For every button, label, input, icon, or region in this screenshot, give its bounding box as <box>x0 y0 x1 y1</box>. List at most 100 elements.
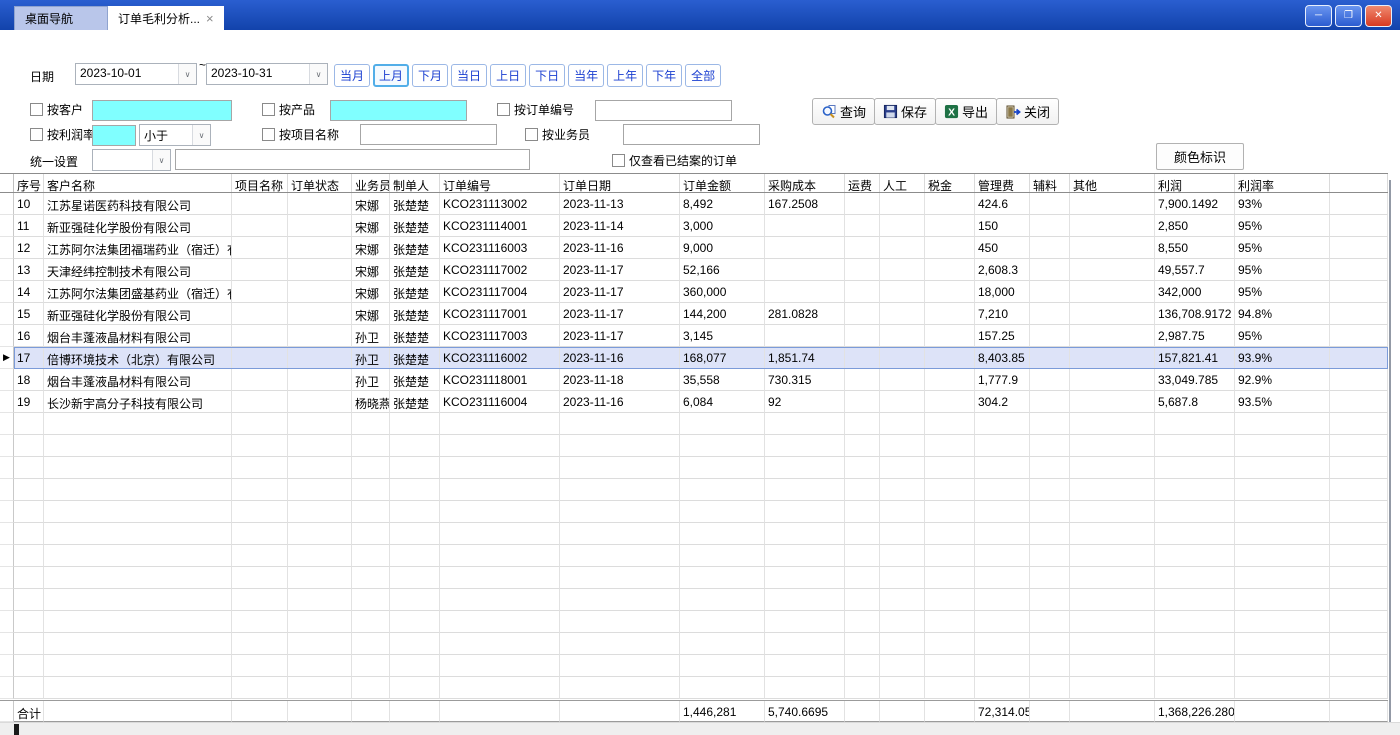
row-indicator <box>0 633 14 655</box>
order-no-input[interactable] <box>595 100 732 121</box>
column-header-15[interactable]: 其他 <box>1070 174 1155 192</box>
cell <box>1030 701 1070 722</box>
color-mark-button-label: 颜色标识 <box>1174 147 1226 166</box>
tab-desktop-nav[interactable]: 桌面导航 <box>14 6 108 30</box>
table-row[interactable]: 11新亚强硅化学股份有限公司宋娜张楚楚KCO2311140012023-11-1… <box>0 215 1388 237</box>
profit-rate-op-select[interactable]: 小于 ∨ <box>139 124 211 146</box>
cell <box>1070 325 1155 347</box>
product-input[interactable] <box>330 100 467 121</box>
by-product-checkbox[interactable] <box>262 103 275 116</box>
cell <box>232 655 288 677</box>
quick-all-button[interactable]: 全部 <box>685 64 721 87</box>
table-row[interactable]: 18烟台丰蓬液晶材料有限公司孙卫张楚楚KCO2311180012023-11-1… <box>0 369 1388 391</box>
column-header-16[interactable]: 利润 <box>1155 174 1235 192</box>
column-header-3[interactable]: 订单状态 <box>288 174 352 192</box>
column-header-10[interactable]: 运费 <box>845 174 880 192</box>
by-customer-checkbox[interactable] <box>30 103 43 116</box>
cell <box>1235 677 1330 699</box>
cell <box>680 567 765 589</box>
profit-rate-input[interactable] <box>92 125 136 146</box>
cell: 15 <box>14 303 44 325</box>
column-header-7[interactable]: 订单日期 <box>560 174 680 192</box>
table-row[interactable]: 13天津经纬控制技术有限公司宋娜张楚楚KCO2311170022023-11-1… <box>0 259 1388 281</box>
close-window-button[interactable]: ✕ <box>1365 5 1392 27</box>
row-indicator <box>0 523 14 545</box>
cell <box>1030 281 1070 303</box>
unified-setting-select[interactable]: ∨ <box>92 149 171 171</box>
cell: 2023-11-17 <box>560 281 680 303</box>
table-row[interactable]: 15新亚强硅化学股份有限公司宋娜张楚楚KCO2311170012023-11-1… <box>0 303 1388 325</box>
column-header-8[interactable]: 订单金额 <box>680 174 765 192</box>
row-indicator <box>0 457 14 479</box>
column-header-17[interactable]: 利润率 <box>1235 174 1330 192</box>
date-from-select[interactable]: 2023-10-01 ∨ <box>75 63 197 85</box>
row-cells <box>14 413 1388 435</box>
only-closed-checkbox[interactable] <box>612 154 625 167</box>
cell <box>44 701 232 722</box>
color-mark-button[interactable]: 颜色标识 <box>1156 143 1244 170</box>
table-row[interactable]: 10江苏星诺医药科技有限公司宋娜张楚楚KCO2311130022023-11-1… <box>0 193 1388 215</box>
column-header-6[interactable]: 订单编号 <box>440 174 560 192</box>
quick-prev-day-button[interactable]: 上日 <box>490 64 526 87</box>
empty-row <box>0 611 1388 633</box>
tab-close-icon[interactable]: × <box>206 12 214 25</box>
column-header-12[interactable]: 税金 <box>925 174 975 192</box>
unified-setting-input[interactable] <box>175 149 530 170</box>
column-header-13[interactable]: 管理费 <box>975 174 1030 192</box>
cell-filler <box>1330 413 1388 435</box>
cell: 宋娜 <box>352 237 390 259</box>
column-header-2[interactable]: 项目名称 <box>232 174 288 192</box>
quick-next-year-button[interactable]: 下年 <box>646 64 682 87</box>
cell: 18,000 <box>975 281 1030 303</box>
quick-current-month-button[interactable]: 当月 <box>334 64 370 87</box>
by-profit-rate-checkbox[interactable] <box>30 128 43 141</box>
close-button[interactable]: 关闭 <box>996 98 1059 125</box>
column-header-9[interactable]: 采购成本 <box>765 174 845 192</box>
table-row[interactable]: ▶17倍博环境技术（北京）有限公司孙卫张楚楚KCO2311160022023-1… <box>0 347 1388 369</box>
cell <box>232 391 288 413</box>
cell <box>975 611 1030 633</box>
cell <box>925 655 975 677</box>
table-row[interactable]: 12江苏阿尔法集团福瑞药业（宿迁）有限公司宋娜张楚楚KCO23111600320… <box>0 237 1388 259</box>
minimize-button[interactable]: ─ <box>1305 5 1332 27</box>
table-row[interactable]: 14江苏阿尔法集团盛基药业（宿迁）有限公司宋娜张楚楚KCO23111700420… <box>0 281 1388 303</box>
project-input[interactable] <box>360 124 497 145</box>
column-header-14[interactable]: 辅料 <box>1030 174 1070 192</box>
query-button[interactable]: 查询 <box>812 98 875 125</box>
customer-input[interactable] <box>92 100 232 121</box>
restore-button[interactable]: ❐ <box>1335 5 1362 27</box>
cell <box>925 545 975 567</box>
horizontal-scrollbar[interactable] <box>0 722 1400 735</box>
tab-order-profit-analysis[interactable]: 订单毛利分析... × <box>108 6 224 30</box>
table-row[interactable]: 19长沙新宇高分子科技有限公司杨晓燕张楚楚KCO2311160042023-11… <box>0 391 1388 413</box>
date-to-select[interactable]: 2023-10-31 ∨ <box>206 63 328 85</box>
row-cells: 15新亚强硅化学股份有限公司宋娜张楚楚KCO2311170012023-11-1… <box>14 303 1388 325</box>
cell <box>440 523 560 545</box>
cell-filler <box>1330 589 1388 611</box>
export-button[interactable]: X 导出 <box>935 98 997 125</box>
salesman-input[interactable] <box>623 124 760 145</box>
quick-next-day-button[interactable]: 下日 <box>529 64 565 87</box>
quick-current-day-button[interactable]: 当日 <box>451 64 487 87</box>
quick-prev-year-button[interactable]: 上年 <box>607 64 643 87</box>
table-row[interactable]: 16烟台丰蓬液晶材料有限公司孙卫张楚楚KCO2311170032023-11-1… <box>0 325 1388 347</box>
row-cells: 18烟台丰蓬液晶材料有限公司孙卫张楚楚KCO2311180012023-11-1… <box>14 369 1388 391</box>
by-project-checkbox[interactable] <box>262 128 275 141</box>
minimize-icon: ─ <box>1315 11 1322 21</box>
quick-next-month-button[interactable]: 下月 <box>412 64 448 87</box>
cell <box>14 655 44 677</box>
quick-current-year-button[interactable]: 当年 <box>568 64 604 87</box>
by-salesman-checkbox[interactable] <box>525 128 538 141</box>
quick-prev-month-button[interactable]: 上月 <box>373 64 409 87</box>
cell <box>1070 589 1155 611</box>
column-header-5[interactable]: 制单人 <box>390 174 440 192</box>
chevron-down-icon: ∨ <box>178 64 196 84</box>
column-header-4[interactable]: 业务员 <box>352 174 390 192</box>
vertical-scrollbar[interactable] <box>1389 180 1391 722</box>
horizontal-scrollbar-thumb[interactable] <box>14 724 19 735</box>
by-order-no-checkbox[interactable] <box>497 103 510 116</box>
column-header-1[interactable]: 客户名称 <box>44 174 232 192</box>
save-button[interactable]: 保存 <box>874 98 936 125</box>
column-header-11[interactable]: 人工 <box>880 174 925 192</box>
column-header-0[interactable]: 序号 <box>14 174 44 192</box>
